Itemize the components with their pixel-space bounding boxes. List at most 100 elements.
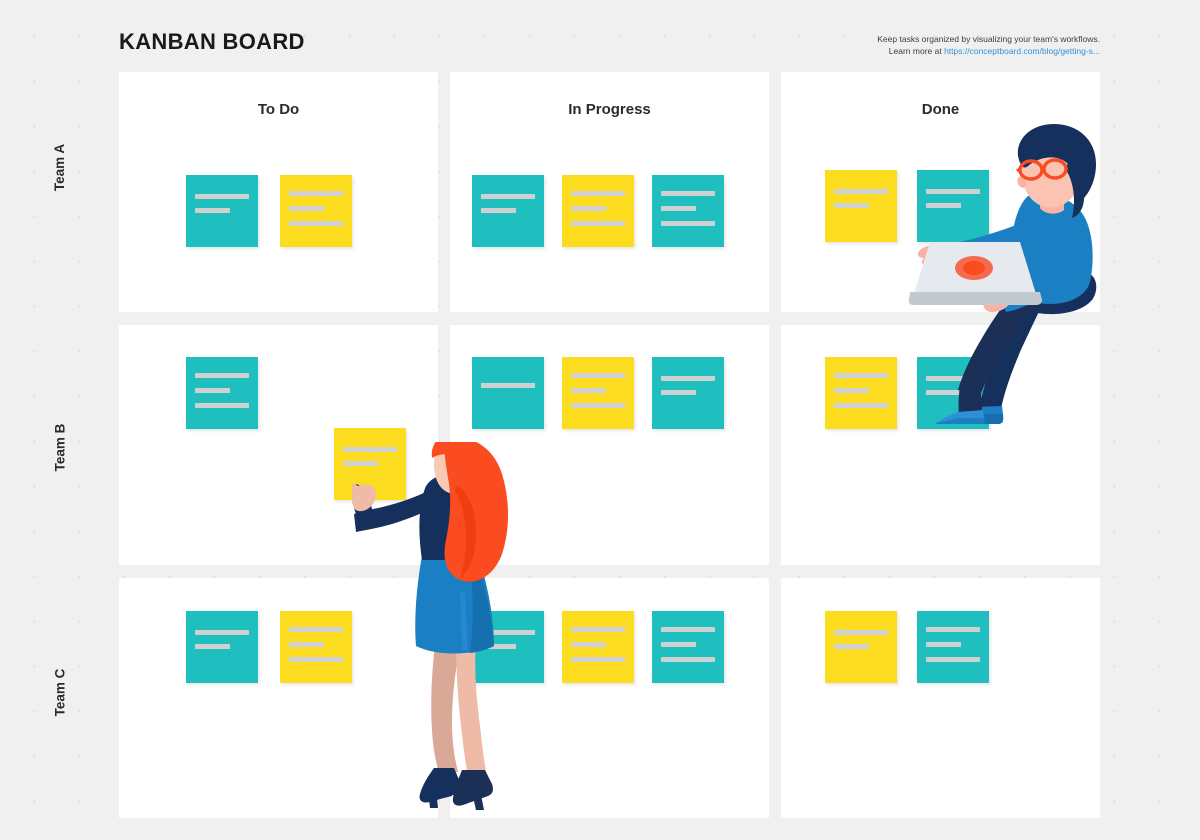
sticky-note-line	[661, 376, 715, 381]
sticky-note-line	[481, 630, 535, 635]
sticky-note-line	[289, 657, 343, 662]
sticky-note-line	[195, 630, 249, 635]
row-label-team-a-text: Team A	[51, 143, 67, 192]
sticky-note[interactable]	[472, 175, 544, 247]
sticky-note-spacer	[544, 357, 562, 429]
sticky-note-line	[571, 642, 606, 647]
page-header: KANBAN BOARD Keep tasks organized by vis…	[0, 0, 1200, 72]
notes-group-team-a-in-progress	[472, 175, 724, 247]
sticky-note[interactable]	[652, 611, 724, 683]
sticky-note-line	[481, 194, 535, 199]
sticky-note-spacer	[544, 175, 562, 247]
board-cell-team-a-in-progress[interactable]: In Progress	[450, 72, 769, 312]
sticky-note-spacer	[634, 611, 652, 683]
sticky-note-spacer	[897, 357, 917, 429]
board-cell-team-c-todo[interactable]	[119, 578, 438, 818]
column-header-todo: To Do	[257, 101, 300, 118]
floating-sticky-note-body[interactable]	[334, 428, 406, 500]
column-header-done: Done	[921, 101, 960, 118]
sticky-note-line	[481, 208, 516, 213]
sticky-note-line	[661, 627, 715, 632]
notes-group-team-c-todo	[186, 611, 352, 683]
board-cell-team-c-done[interactable]	[781, 578, 1100, 818]
sticky-note-line	[926, 657, 980, 662]
sticky-note[interactable]	[825, 611, 897, 683]
sticky-note-line	[661, 221, 715, 226]
kanban-board: To Do In Progress Done	[119, 72, 1101, 818]
sticky-note[interactable]	[825, 170, 897, 242]
sticky-note-line	[195, 373, 249, 378]
sticky-note[interactable]	[472, 611, 544, 683]
sticky-note[interactable]	[652, 175, 724, 247]
sticky-note-spacer	[634, 175, 652, 247]
header-note: Keep tasks organized by visualizing your…	[877, 33, 1100, 57]
sticky-note[interactable]	[825, 357, 897, 429]
sticky-note-line	[571, 191, 625, 196]
sticky-note-line	[661, 657, 715, 662]
sticky-note-line	[926, 627, 980, 632]
sticky-note-spacer	[544, 611, 562, 683]
sticky-note-spacer	[897, 170, 917, 242]
sticky-note-line	[834, 373, 888, 378]
sticky-note[interactable]	[472, 357, 544, 429]
sticky-note-line	[661, 191, 715, 196]
header-note-line1: Keep tasks organized by visualizing your…	[877, 34, 1100, 44]
sticky-note[interactable]	[186, 175, 258, 247]
notes-group-team-b-done	[825, 357, 989, 429]
floating-sticky-note[interactable]	[334, 428, 406, 500]
sticky-note[interactable]	[280, 175, 352, 247]
sticky-note-line	[289, 221, 343, 226]
notes-group-team-c-done	[825, 611, 989, 683]
sticky-note-line	[571, 627, 625, 632]
sticky-note-line	[661, 390, 696, 395]
row-label-team-c: Team C	[0, 669, 119, 717]
sticky-note-line	[834, 630, 888, 635]
sticky-note-line	[571, 206, 606, 211]
sticky-note[interactable]	[186, 357, 258, 429]
notes-group-team-b-todo	[186, 357, 258, 429]
sticky-note-line	[834, 388, 869, 393]
notes-group-team-a-done	[825, 170, 989, 242]
sticky-note-line	[571, 373, 625, 378]
sticky-note-line	[834, 403, 888, 408]
row-label-team-a: Team A	[0, 144, 119, 191]
header-note-link[interactable]: https://conceptboard.com/blog/getting-s.…	[944, 46, 1100, 56]
sticky-note-line	[289, 206, 324, 211]
sticky-note[interactable]	[562, 611, 634, 683]
sticky-note-line	[289, 642, 324, 647]
notes-group-team-a-todo	[186, 175, 352, 247]
sticky-note-line	[571, 221, 625, 226]
sticky-note-line	[481, 383, 535, 388]
sticky-note-line	[926, 376, 980, 381]
board-cell-team-b-done[interactable]	[781, 325, 1100, 565]
sticky-note-spacer	[258, 175, 280, 247]
sticky-note-line	[289, 191, 343, 196]
row-label-team-c-text: Team C	[51, 668, 67, 717]
sticky-note[interactable]	[917, 170, 989, 242]
sticky-note[interactable]	[280, 611, 352, 683]
board-cell-team-a-todo[interactable]: To Do	[119, 72, 438, 312]
sticky-note[interactable]	[562, 357, 634, 429]
column-header-in-progress: In Progress	[568, 101, 651, 118]
board-cell-team-c-in-progress[interactable]	[450, 578, 769, 818]
sticky-note[interactable]	[562, 175, 634, 247]
sticky-note[interactable]	[186, 611, 258, 683]
sticky-note-line	[195, 644, 230, 649]
sticky-note-line	[195, 194, 249, 199]
sticky-note-line	[343, 461, 378, 466]
notes-group-team-c-in-progress	[472, 611, 724, 683]
sticky-note-line	[661, 206, 696, 211]
notes-group-team-b-in-progress	[472, 357, 724, 429]
sticky-note-line	[195, 208, 230, 213]
sticky-note-line	[289, 627, 343, 632]
header-note-line2: Learn more at https://conceptboard.com/b…	[877, 45, 1100, 57]
sticky-note-spacer	[897, 611, 917, 683]
sticky-note[interactable]	[917, 611, 989, 683]
sticky-note-line	[571, 657, 625, 662]
sticky-note[interactable]	[917, 357, 989, 429]
board-cell-team-a-done[interactable]: Done	[781, 72, 1100, 312]
board-cell-team-b-in-progress[interactable]	[450, 325, 769, 565]
sticky-note[interactable]	[652, 357, 724, 429]
sticky-note-line	[834, 644, 869, 649]
sticky-note-line	[834, 203, 869, 208]
